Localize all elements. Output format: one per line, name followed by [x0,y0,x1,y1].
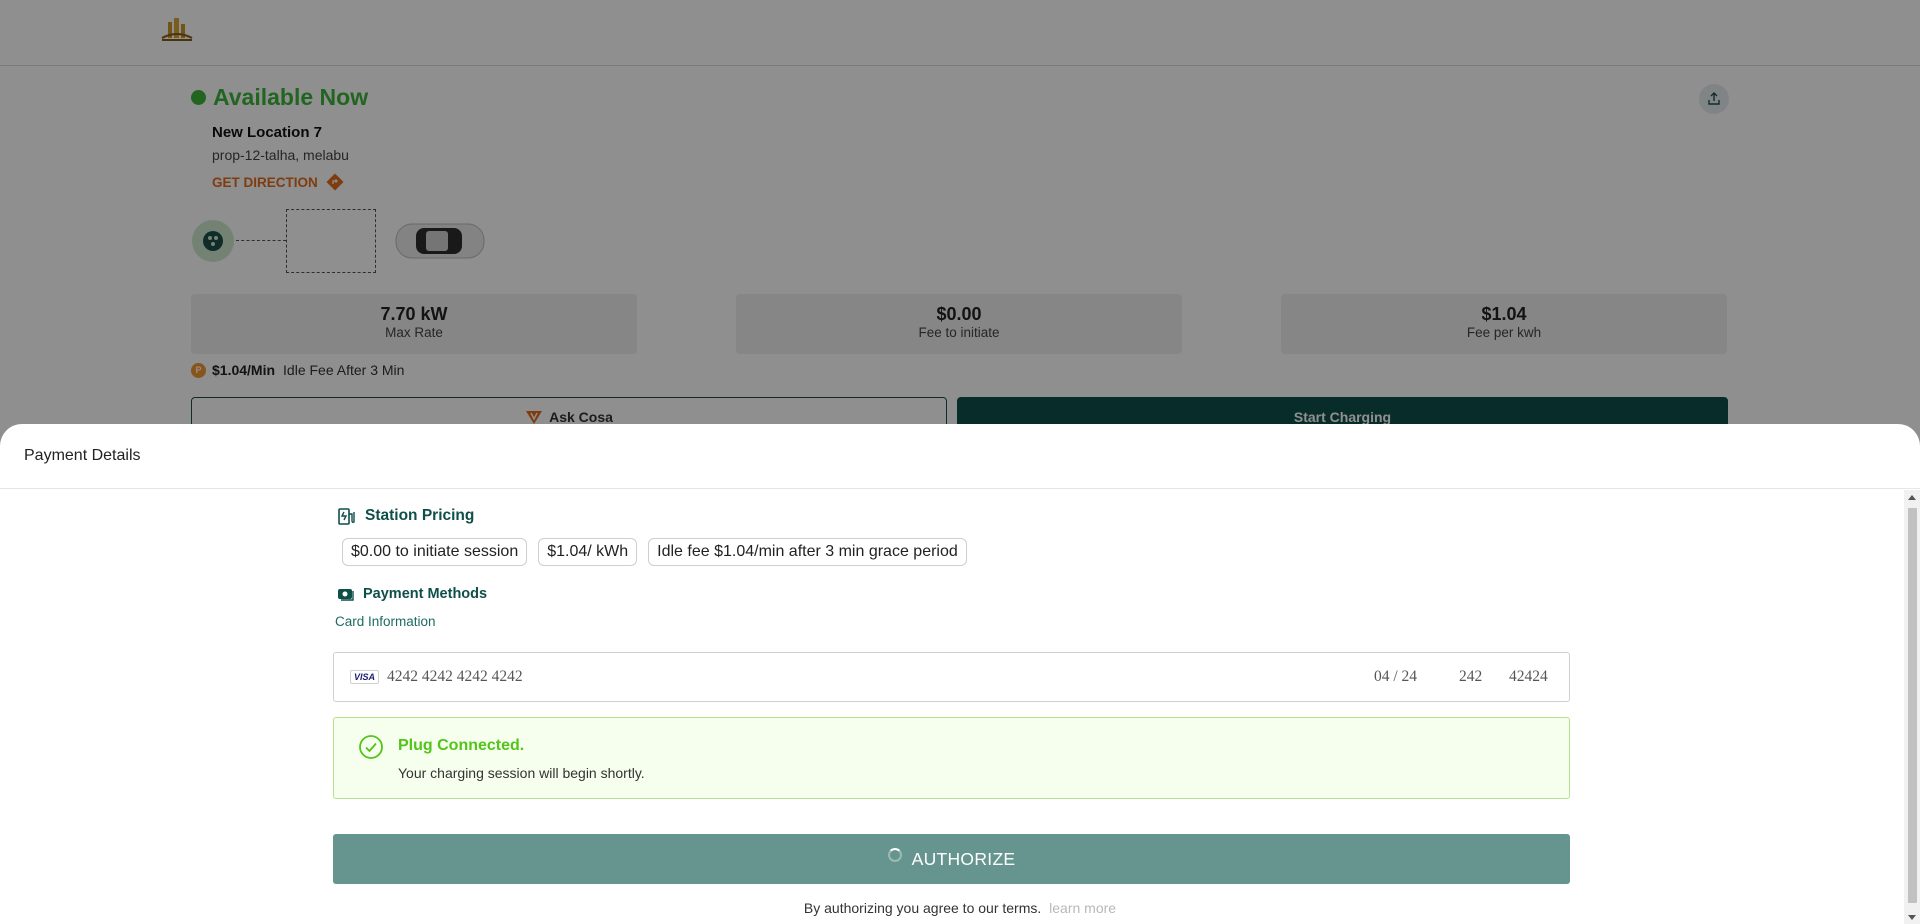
card-number-input[interactable]: 4242 4242 4242 4242 [387,668,1374,686]
scroll-thumb[interactable] [1908,508,1917,903]
sheet-body: Station Pricing $0.00 to initiate sessio… [0,490,1920,924]
sheet-scrollbar[interactable] [1904,490,1920,924]
scroll-down-arrow-icon[interactable] [1908,915,1916,920]
authorize-button[interactable]: AUTHORIZE [333,834,1570,884]
card-zip-input[interactable]: 42424 [1509,668,1569,686]
scroll-up-arrow-icon[interactable] [1908,495,1916,500]
station-pricing-heading: Station Pricing [337,506,474,526]
sheet-header: Payment Details [0,424,1920,489]
pricing-chip: $1.04/ kWh [538,538,638,566]
pricing-chips: $0.00 to initiate session $1.04/ kWh Idl… [342,538,967,566]
spinner-icon [887,848,902,862]
card-cvc-input[interactable]: 242 [1459,668,1509,686]
pricing-chip: $0.00 to initiate session [342,538,528,566]
card-expiry-input[interactable]: 04 / 24 [1374,668,1459,686]
visa-icon: VISA [350,670,380,684]
sheet-title: Payment Details [24,447,141,464]
terms-text: By authorizing you agree to our terms. [803,900,1042,916]
card-information-label: Card Information [335,614,436,629]
authorize-label: AUTHORIZE [911,848,1016,869]
payment-methods-icon [338,589,354,601]
plug-connected-alert: Plug Connected. Your charging session wi… [333,717,1570,799]
alert-title: Plug Connected. [398,737,525,754]
payment-methods-heading: Payment Methods [337,586,487,602]
pricing-chip: Idle fee $1.04/min after 3 min grace per… [648,538,967,566]
station-pricing-title: Station Pricing [365,507,475,524]
learn-more-link[interactable]: learn more [1049,900,1116,916]
alert-description: Your charging session will begin shortly… [398,765,645,781]
payment-details-sheet: Payment Details Station Pricing $0.00 to… [0,424,1920,924]
station-pricing-icon [338,508,355,525]
check-circle-icon [359,735,383,759]
card-input-field[interactable]: VISA 4242 4242 4242 4242 04 / 24 242 424… [333,652,1570,702]
payment-methods-title: Payment Methods [363,586,488,602]
terms-text-row: By authorizing you agree to our terms. l… [0,900,1920,916]
